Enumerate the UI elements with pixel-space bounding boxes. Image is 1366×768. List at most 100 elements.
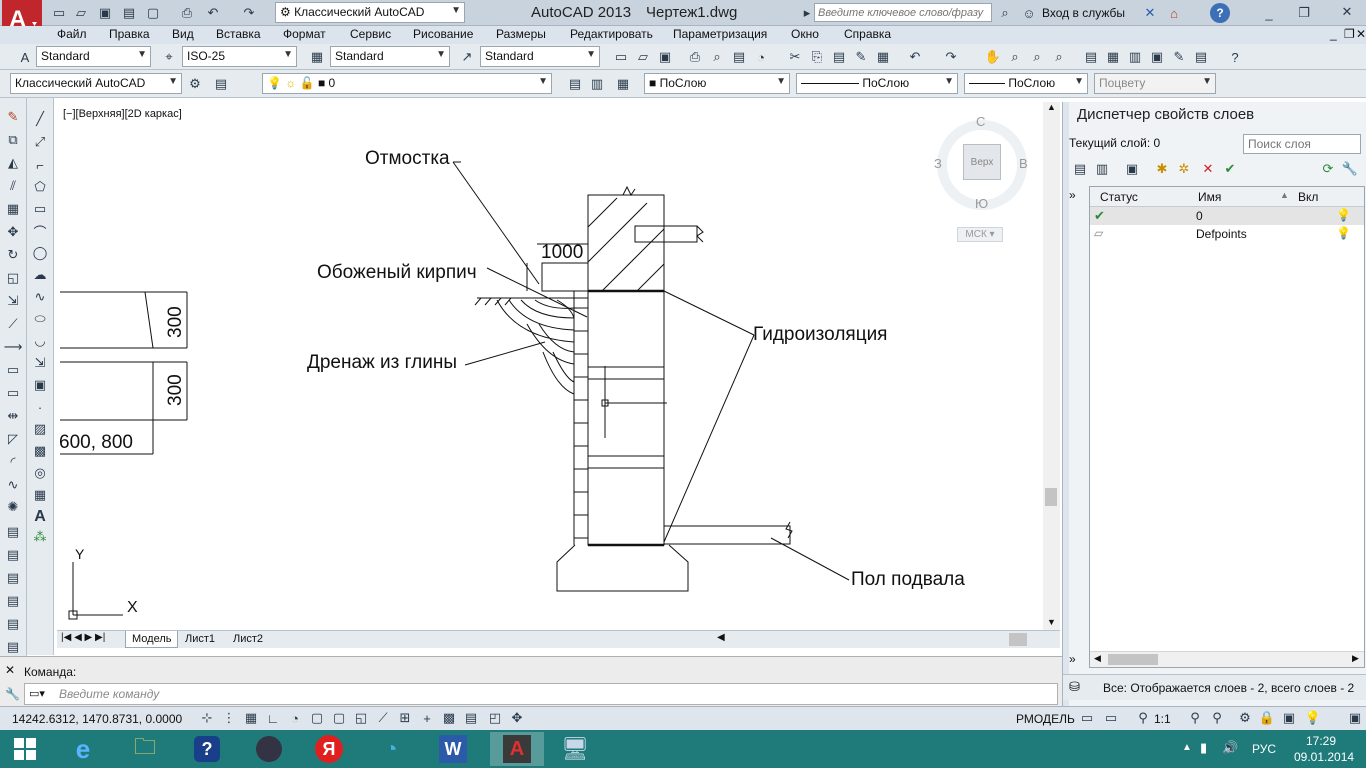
- layer-row[interactable]: ▱ Defpoints 💡: [1090, 225, 1364, 243]
- yandex-icon[interactable]: Я: [306, 732, 352, 766]
- quickcalc-icon[interactable]: ▤: [1192, 48, 1210, 66]
- hscroll-thumb[interactable]: [1009, 633, 1027, 646]
- break-at-point-icon[interactable]: ▭: [4, 384, 22, 402]
- annotation-visibility-icon[interactable]: ⚲: [1186, 709, 1204, 727]
- ortho-icon[interactable]: ∟: [264, 709, 282, 727]
- revcloud-icon[interactable]: ☁: [31, 266, 49, 284]
- layer-states-icon[interactable]: ▣: [1123, 160, 1141, 178]
- menu-dimension[interactable]: Размеры: [494, 27, 548, 41]
- filter-icon[interactable]: ⛁: [1069, 679, 1080, 695]
- tab-nav-icons[interactable]: |◀ ◀ ▶ ▶|: [61, 632, 105, 643]
- menu-modify[interactable]: Редактировать: [568, 27, 655, 41]
- word-icon[interactable]: W: [430, 732, 476, 766]
- workspace-switch-icon[interactable]: ⚙: [1236, 709, 1254, 727]
- remote-desktop-icon[interactable]: 🖥: [552, 732, 598, 766]
- quick-view-layouts-icon[interactable]: ▭: [1078, 709, 1096, 727]
- polyline-icon[interactable]: ⌐: [31, 156, 49, 174]
- mtext-icon[interactable]: A: [31, 508, 49, 526]
- polygon-icon[interactable]: ⬠: [31, 178, 49, 196]
- tb-plot-icon[interactable]: ▤: [730, 48, 748, 66]
- menu-file[interactable]: Файл: [55, 27, 89, 41]
- refresh-icon[interactable]: ⟳: [1319, 160, 1337, 178]
- copy-icon[interactable]: ⎘: [808, 48, 826, 66]
- col-status[interactable]: Статус: [1100, 190, 1138, 204]
- blend-icon[interactable]: ∿: [4, 476, 22, 494]
- hscroll-left-icon[interactable]: ◀: [717, 632, 725, 643]
- scroll-thumb[interactable]: [1045, 488, 1057, 506]
- layer-tool-3-icon[interactable]: ▤: [4, 569, 22, 587]
- make-current-icon[interactable]: ▤: [566, 75, 584, 93]
- line-icon[interactable]: ╱: [31, 110, 49, 128]
- tb-print-icon[interactable]: ⎙: [686, 48, 704, 66]
- layer-tool-4-icon[interactable]: ▤: [4, 592, 22, 610]
- layer-state-icon[interactable]: ▦: [614, 75, 632, 93]
- coordinates-readout[interactable]: 14242.6312, 1470.8731, 0.0000: [12, 712, 182, 726]
- app-blue-icon[interactable]: ◔: [368, 732, 414, 766]
- lineweight-select[interactable]: ПоСлою ▼: [964, 73, 1088, 94]
- signin-button[interactable]: Вход в службы: [1042, 6, 1125, 20]
- ucs-menu-button[interactable]: МСК ▾: [957, 227, 1003, 242]
- ellipse-icon[interactable]: ⬭: [31, 310, 49, 328]
- layer-list-hscroll[interactable]: ◀ ▶: [1090, 651, 1364, 667]
- new-file-icon[interactable]: ▭: [50, 4, 68, 22]
- make-block-icon[interactable]: ▣: [31, 376, 49, 394]
- tab-layout2[interactable]: Лист2: [227, 631, 269, 648]
- grid-icon[interactable]: ▦: [242, 709, 260, 727]
- exchange-icon[interactable]: ✕: [1141, 4, 1159, 22]
- mirror-icon[interactable]: ◭: [4, 154, 22, 172]
- hardware-accel-icon[interactable]: ▣: [1280, 709, 1298, 727]
- mleader-style-icon[interactable]: ↗: [458, 48, 476, 66]
- sheet-set-icon[interactable]: ▣: [1148, 48, 1166, 66]
- 3d-osnap-icon[interactable]: ▢: [330, 709, 348, 727]
- cut-icon[interactable]: ✂: [786, 48, 804, 66]
- copy-object-icon[interactable]: ⧉: [4, 131, 22, 149]
- pan-icon[interactable]: ✋: [984, 48, 1002, 66]
- menu-minimize-icon[interactable]: _: [1328, 27, 1339, 41]
- color-select[interactable]: ■ ПоСлою ▼: [644, 73, 790, 94]
- windows-start-icon[interactable]: [2, 732, 48, 766]
- menu-help[interactable]: Справка: [842, 27, 893, 41]
- chamfer-icon[interactable]: ◸: [4, 430, 22, 448]
- zoom-realtime-icon[interactable]: ⌕: [1006, 48, 1024, 66]
- break-icon[interactable]: ▭: [4, 361, 22, 379]
- menu-edit[interactable]: Правка: [107, 27, 152, 41]
- construction-line-icon[interactable]: ⤢: [31, 133, 49, 151]
- viewcube-west[interactable]: З: [934, 156, 942, 171]
- design-center-icon[interactable]: ▦: [1104, 48, 1122, 66]
- linetype-select[interactable]: ПоСлою ▼: [796, 73, 958, 94]
- help-toolbar-icon[interactable]: ?: [1226, 48, 1244, 66]
- mleader-style-select[interactable]: Standard ▼: [480, 46, 600, 67]
- minimize-icon[interactable]: _: [1260, 4, 1278, 22]
- point-icon[interactable]: ·: [31, 398, 49, 416]
- zoom-previous-icon[interactable]: ⌕: [1050, 48, 1068, 66]
- network-icon[interactable]: ▮: [1200, 740, 1207, 756]
- arc-icon[interactable]: ⌒: [31, 222, 49, 240]
- cmd-close-icon[interactable]: ✕: [5, 663, 15, 677]
- menu-window[interactable]: Окно: [789, 27, 821, 41]
- tb-open-icon[interactable]: ▱: [634, 48, 652, 66]
- explorer-icon[interactable]: 🗀: [122, 732, 168, 766]
- set-current-icon[interactable]: ✔: [1221, 160, 1239, 178]
- lineweight-toggle-icon[interactable]: +: [418, 709, 436, 727]
- extend-icon[interactable]: ⟶: [4, 338, 23, 356]
- selection-cycling-icon[interactable]: ◰: [486, 709, 504, 727]
- scroll-down-icon[interactable]: ▼: [1047, 617, 1056, 627]
- user-icon[interactable]: ☺: [1020, 4, 1038, 22]
- viewcube[interactable]: С Ю З В Верх МСК ▾: [934, 114, 1028, 242]
- menu-close-icon[interactable]: ✕: [1354, 27, 1366, 41]
- binoculars-icon[interactable]: ⌕: [996, 4, 1014, 22]
- osnap-icon[interactable]: ▢: [308, 709, 326, 727]
- layer-previous-icon[interactable]: ▥: [588, 75, 606, 93]
- dim-style-select[interactable]: ISO-25 ▼: [182, 46, 297, 67]
- layer-search-input[interactable]: [1243, 134, 1361, 154]
- bulb-on-icon[interactable]: 💡: [1336, 208, 1351, 222]
- command-input-box[interactable]: ▭▾ Введите команду: [24, 683, 1058, 705]
- menu-tools[interactable]: Сервис: [348, 27, 393, 41]
- tb-3dprint-icon[interactable]: ◔: [752, 48, 770, 66]
- annotation-scale-icon[interactable]: ⚲: [1134, 709, 1152, 727]
- tb-redo-icon[interactable]: ↷: [942, 48, 960, 66]
- annotation-monitor-icon[interactable]: ✥: [508, 709, 526, 727]
- new-layer-icon[interactable]: ✱: [1153, 160, 1171, 178]
- erase-icon[interactable]: ✎: [4, 108, 22, 126]
- markup-icon[interactable]: ✎: [1170, 48, 1188, 66]
